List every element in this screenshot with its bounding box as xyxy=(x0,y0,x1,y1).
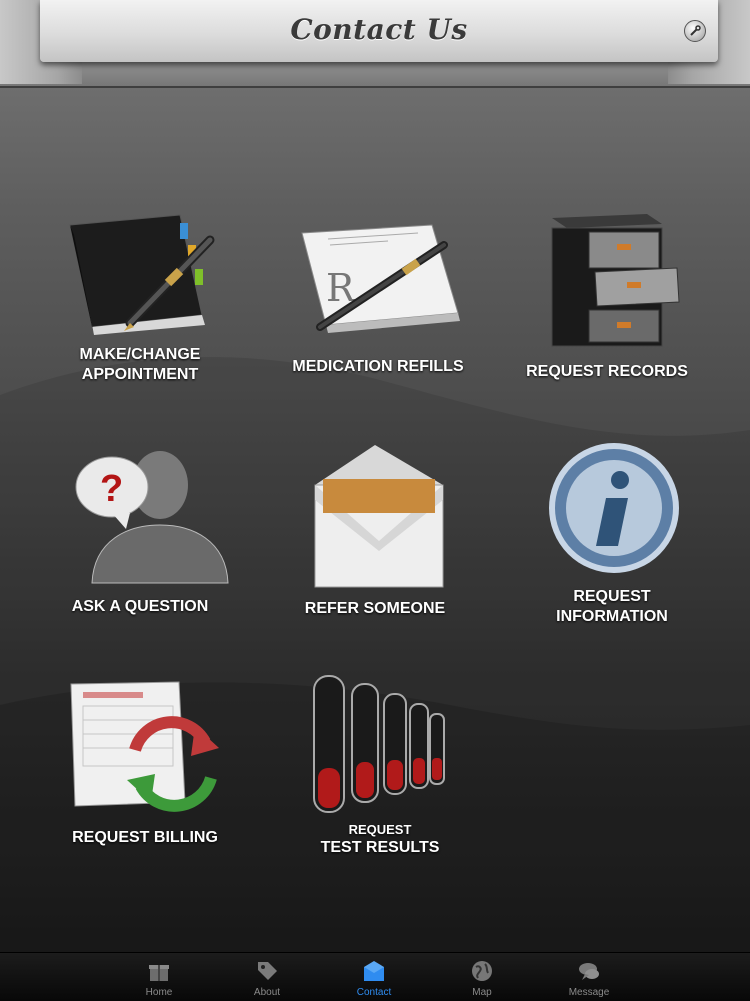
tile-label: REQUEST BILLING xyxy=(72,829,218,846)
tile-label-line2: INFORMATION xyxy=(556,608,668,625)
tile-refer-someone[interactable]: REFER SOMEONE xyxy=(265,445,485,620)
title-plate: Contact Us xyxy=(40,0,718,62)
tile-label-line1: REQUEST xyxy=(348,822,412,837)
tile-label: REQUEST TEST RESULTS xyxy=(270,822,490,858)
billing-refresh-icon xyxy=(70,681,219,812)
test-tubes-icon xyxy=(313,675,445,813)
tile-request-billing[interactable]: REQUEST BILLING xyxy=(35,680,255,855)
filing-cabinet-icon xyxy=(551,214,680,347)
tab-map[interactable]: Map xyxy=(442,953,522,1001)
tile-label-line1: MAKE/CHANGE xyxy=(79,346,201,363)
tile-medication-refills[interactable]: R MEDICATION REFILLS xyxy=(268,215,488,385)
tab-home[interactable]: Home xyxy=(119,953,199,1001)
tile-label: REFER SOMEONE xyxy=(304,600,446,617)
tab-label: Contact xyxy=(356,987,392,998)
tile-label: MEDICATION REFILLS xyxy=(292,358,464,375)
tab-contact[interactable]: Contact xyxy=(334,953,414,1001)
envelope-icon xyxy=(364,961,384,981)
header-bar: Contact Us xyxy=(0,0,750,88)
tile-make-change-appointment[interactable]: MAKE/CHANGE APPOINTMENT xyxy=(30,205,250,395)
tab-label: Home xyxy=(145,987,173,998)
tile-label-line2: APPOINTMENT xyxy=(81,366,199,383)
tile-label: REQUEST RECORDS xyxy=(526,363,688,380)
tab-about[interactable]: About xyxy=(227,953,307,1001)
chat-bubble-icon xyxy=(579,963,599,980)
tile-label-line2: TEST RESULTS xyxy=(320,839,440,856)
settings-button[interactable] xyxy=(684,20,706,42)
tile-request-information[interactable]: REQUEST INFORMATION xyxy=(502,442,722,627)
svg-text:?: ? xyxy=(100,468,123,510)
tile-label: REQUEST INFORMATION xyxy=(502,587,722,627)
tab-label: Map xyxy=(472,987,492,998)
globe-icon xyxy=(472,961,492,981)
tile-label: ASK A QUESTION xyxy=(71,598,209,615)
wrench-icon xyxy=(690,25,701,36)
prescription-pad-icon: R xyxy=(301,224,460,333)
tile-label-line1: REQUEST xyxy=(573,588,651,605)
tile-request-records[interactable]: REQUEST RECORDS xyxy=(497,210,717,385)
info-icon xyxy=(549,443,679,573)
page-title: Contact Us xyxy=(290,13,468,46)
appointment-book-icon xyxy=(69,214,215,335)
tab-message[interactable]: Message xyxy=(549,953,629,1001)
person-question-icon: ? xyxy=(75,451,229,584)
gift-icon xyxy=(149,965,169,981)
tile-ask-a-question[interactable]: ? ASK A QUESTION xyxy=(30,445,250,620)
tab-bar: Home About Contact Map Message xyxy=(0,952,750,1001)
tile-label: MAKE/CHANGE APPOINTMENT xyxy=(30,345,250,385)
tag-icon xyxy=(258,962,277,980)
tab-label: About xyxy=(253,987,281,998)
tile-request-test-results[interactable]: REQUEST TEST RESULTS xyxy=(270,672,490,862)
envelope-letter-icon xyxy=(314,445,444,588)
tab-label: Message xyxy=(568,987,610,998)
